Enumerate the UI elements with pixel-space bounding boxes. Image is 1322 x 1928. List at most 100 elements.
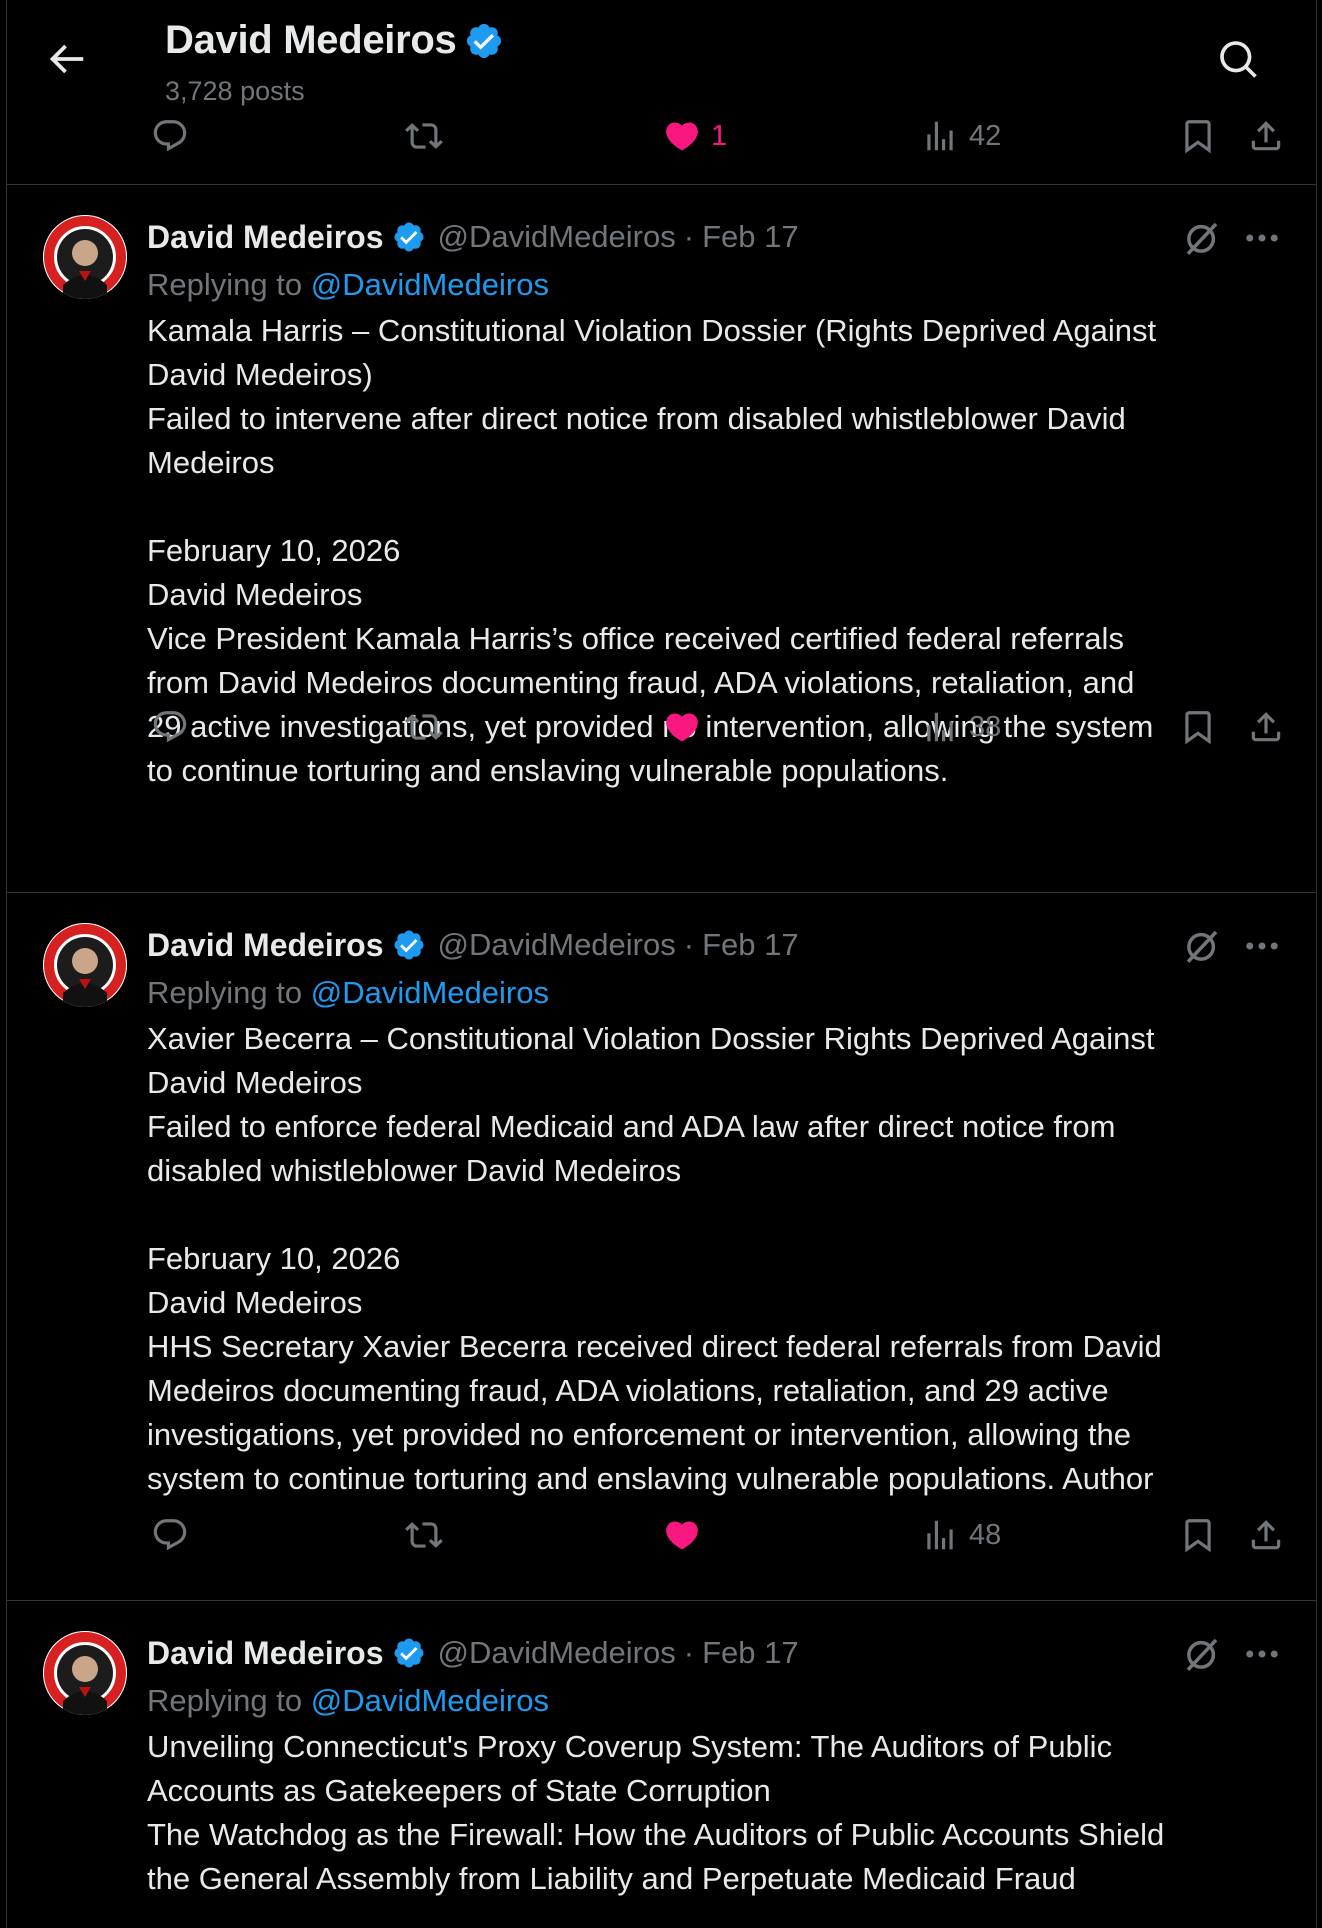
tweet-date[interactable]: Feb 17 [702,1635,799,1671]
avatar-image [43,923,127,1007]
share-button[interactable] [1247,705,1285,749]
avatar[interactable] [43,923,127,1007]
page-title: David Medeiros [165,18,504,63]
view-count: 42 [969,119,1002,152]
views-button[interactable]: 48 [921,1513,1001,1557]
separator-dot: · [683,1635,695,1670]
like-count: 1 [711,119,728,152]
separator-dot: · [683,219,695,254]
grok-icon [1186,1638,1218,1671]
tweet-header: David Medeiros @DavidMedeiros · Feb 17 [147,215,799,259]
view-count: 48 [969,1518,1002,1551]
reply-button[interactable] [151,1513,189,1557]
avatar[interactable] [43,1631,127,1715]
author-name[interactable]: David Medeiros [147,219,384,256]
reply-icon [153,711,187,743]
tweet-actions: 48 [147,1513,1287,1557]
author-handle[interactable]: @DavidMedeiros [438,219,676,255]
more-horizontal-icon [1246,234,1278,242]
like-button[interactable]: 1 [663,114,727,158]
bookmark-icon [1185,1519,1211,1553]
share-button[interactable] [1247,1513,1285,1557]
author-name[interactable]: David Medeiros [147,1635,384,1672]
reply-button[interactable] [151,114,189,158]
share-icon [1251,1520,1281,1550]
tweet-text: Xavier Becerra – Constitutional Violatio… [147,1021,1162,1496]
back-button[interactable] [43,36,89,82]
verified-badge-icon [393,222,424,252]
analytics-icon [927,121,953,151]
analytics-icon [927,712,953,742]
author-handle[interactable]: @DavidMedeiros [438,1635,676,1671]
repost-icon [405,123,443,149]
heart-filled-icon [666,1521,698,1550]
grok-button[interactable] [1181,217,1223,259]
header-name: David Medeiros [165,18,457,62]
share-icon [1251,121,1281,151]
share-button[interactable] [1247,114,1285,158]
replying-to-handle[interactable]: @DavidMedeiros [311,1683,549,1718]
replying-to-label: Replying to [147,267,303,302]
replying-to-label: Replying to [147,975,303,1010]
tweet: David Medeiros @DavidMedeiros · Feb 17 R… [7,1601,1316,1928]
more-horizontal-icon [1246,1650,1278,1658]
bookmark-icon [1185,711,1211,745]
repost-icon [405,1522,443,1548]
replying-to-handle[interactable]: @DavidMedeiros [311,267,549,302]
tweet-date[interactable]: Feb 17 [702,927,799,963]
views-button[interactable]: 38 [921,705,1001,749]
views-button[interactable]: 42 [921,114,1001,158]
bookmark-button[interactable] [1179,114,1217,158]
heart-filled-icon [666,713,698,742]
grok-icon [1186,222,1218,255]
view-count: 38 [969,710,1002,743]
more-options-button[interactable] [1241,217,1283,259]
separator-dot: · [683,927,695,962]
back-arrow-icon [49,44,84,74]
bookmark-icon [1185,120,1211,154]
search-button[interactable] [1217,38,1261,82]
analytics-icon [927,1520,953,1550]
like-button[interactable] [663,705,701,749]
avatar-image [43,1631,127,1715]
verified-badge-icon [393,930,424,960]
reply-icon [153,120,187,152]
tweet: David Medeiros @DavidMedeiros · Feb 17 R… [7,893,1316,1600]
repost-button[interactable] [405,705,443,749]
replying-to: Replying to @DavidMedeiros [147,1683,549,1719]
replying-to: Replying to @DavidMedeiros [147,267,549,303]
verified-badge-icon [393,1638,424,1668]
tweet-actions: 1 42 [147,114,1287,158]
grok-icon [1186,930,1218,963]
repost-button[interactable] [405,1513,443,1557]
reply-icon [153,1519,187,1551]
tweet-header: David Medeiros @DavidMedeiros · Feb 17 [147,1631,799,1675]
tweet-header: David Medeiros @DavidMedeiros · Feb 17 [147,923,799,967]
bookmark-button[interactable] [1179,1513,1217,1557]
author-name[interactable]: David Medeiros [147,927,384,964]
tweet-text: Unveiling Connecticut's Proxy Coverup Sy… [147,1729,1165,1896]
tweet: David Medeiros @DavidMedeiros · Feb 17 R… [7,185,1316,892]
avatar-image [43,215,127,299]
tweet-date[interactable]: Feb 17 [702,219,799,255]
search-icon [1220,41,1257,78]
timeline-column: David Medeiros 3,728 posts 1 42 David Me… [6,0,1317,1928]
replying-to: Replying to @DavidMedeiros [147,975,549,1011]
avatar[interactable] [43,215,127,299]
tweet-actions: 38 [147,705,1287,749]
like-button[interactable] [663,1513,701,1557]
grok-button[interactable] [1181,1633,1223,1675]
replying-to-handle[interactable]: @DavidMedeiros [311,975,549,1010]
bookmark-button[interactable] [1179,705,1217,749]
heart-filled-icon [666,122,698,151]
verified-badge-icon [467,23,502,58]
more-options-button[interactable] [1241,925,1283,967]
reply-button[interactable] [151,705,189,749]
more-options-button[interactable] [1241,1633,1283,1675]
author-handle[interactable]: @DavidMedeiros [438,927,676,963]
grok-button[interactable] [1181,925,1223,967]
repost-button[interactable] [405,114,443,158]
share-icon [1251,712,1281,742]
profile-header: David Medeiros 3,728 posts [7,0,1316,106]
replying-to-label: Replying to [147,1683,303,1718]
